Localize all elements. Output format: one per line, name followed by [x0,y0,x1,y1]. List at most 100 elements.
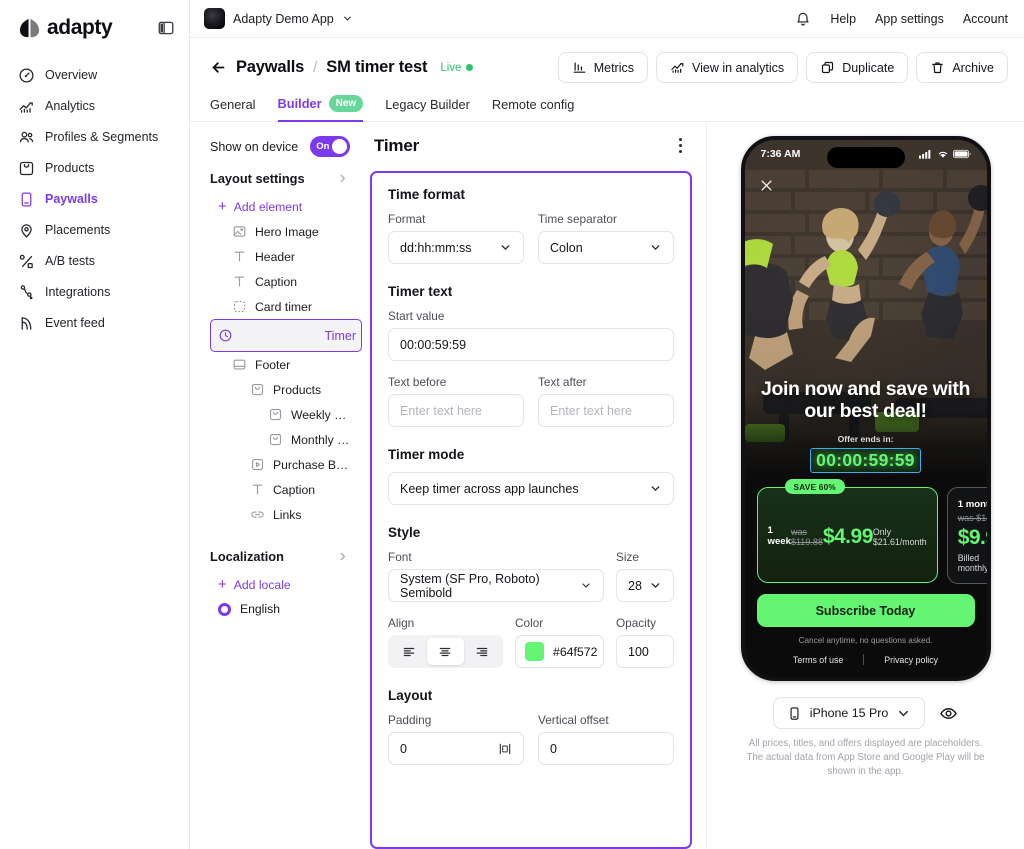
opacity-value: 100 [628,644,649,659]
opacity-label: Opacity [616,616,656,630]
sidebar-item-ab-tests[interactable]: A/B tests [0,246,189,277]
sidebar-item-profiles-segments[interactable]: Profiles & Segments [0,122,189,153]
subscribe-button[interactable]: Subscribe Today [756,594,975,627]
sidebar-item-event-feed[interactable]: Event feed [0,308,189,339]
text-before-placeholder: Enter text here [400,403,482,418]
vertical-offset-label: Vertical offset [538,713,609,727]
format-select[interactable]: dd:hh:mm:ss [388,231,524,264]
group-title-timer-text: Timer text [388,284,453,299]
sidebar-item-analytics[interactable]: Analytics [0,91,189,122]
sidebar-item-label: Products [45,161,95,176]
sidebar-item-integrations[interactable]: Integrations [0,277,189,308]
tree-item-footer[interactable]: Footer [210,352,360,377]
tree-item-label: Hero Image [255,224,319,239]
tab-label: Remote config [491,97,575,112]
align-center-button[interactable] [427,638,464,665]
tree-item-monthly-premium[interactable]: Monthly Premi… [210,427,360,452]
tab-label: Legacy Builder [385,97,470,112]
topbar-link-help[interactable]: Help [830,12,856,26]
sidebar-item-placements[interactable]: Placements [0,215,189,246]
timer-selection-box[interactable]: 00:00:59:59 [810,448,921,473]
plan-card-monthly[interactable]: 1 month was $14.99 $9.99 Billed monthly [946,487,989,584]
sidebar-item-label: A/B tests [45,254,96,269]
opacity-input[interactable]: 100 [616,635,674,668]
align-label: Align [388,616,415,630]
tab-label: Builder [277,96,322,111]
size-select[interactable]: 28 [616,569,674,602]
sidebar-item-products[interactable]: Products [0,153,189,184]
brand[interactable]: adapty [18,16,113,40]
font-select[interactable]: System (SF Pro, Roboto) Semibold [388,569,604,602]
tab-legacy-builder[interactable]: Legacy Builder [385,97,470,122]
group-title-style: Style [388,525,421,540]
tree-item-caption-top[interactable]: Caption [210,269,360,294]
sidebar-item-paywalls[interactable]: Paywalls [0,184,189,215]
align-center-icon [440,647,451,656]
align-left-button[interactable] [391,638,427,665]
plus-icon: + [218,576,227,593]
view-in-analytics-button[interactable]: View in analytics [656,52,799,83]
privacy-policy-link[interactable]: Privacy policy [884,655,938,665]
eye-icon[interactable] [939,704,958,723]
tree-item-hero-image[interactable]: Hero Image [210,219,360,244]
duplicate-button[interactable]: Duplicate [806,52,909,83]
show-on-device-toggle[interactable]: On [310,136,351,157]
align-right-button[interactable] [464,638,500,665]
padding-input[interactable]: 0 [388,732,524,765]
tab-builder[interactable]: Builder New [277,95,364,122]
timer-mode-select[interactable]: Keep timer across app launches [388,472,674,505]
tab-general[interactable]: General [210,97,256,122]
arrow-left-icon[interactable] [210,59,227,76]
add-element-button[interactable]: + Add element [210,194,362,219]
terms-of-use-link[interactable]: Terms of use [793,655,843,665]
align-field: Align [388,616,503,668]
device-selector[interactable]: iPhone 15 Pro [772,697,926,729]
font-value: System (SF Pro, Roboto) Semibold [400,571,540,600]
start-value-input[interactable]: 00:00:59:59 [388,328,674,361]
plan-note: Billed monthly [957,553,989,573]
tree-item-links[interactable]: Links [210,502,360,527]
breadcrumb-root[interactable]: Paywalls [236,58,304,77]
topbar-link-account[interactable]: Account [963,12,1008,26]
vertical-offset-input[interactable]: 0 [538,732,674,765]
tree-item-caption-footer[interactable]: Caption [210,477,360,502]
tab-bar: General Builder New Legacy Builder Remot… [190,91,1024,122]
add-locale-button[interactable]: + Add locale [210,572,362,597]
padding-sides-icon[interactable] [498,742,512,756]
tree-item-timer[interactable]: Timer [210,319,362,352]
topbar-link-app-settings[interactable]: App settings [875,12,944,26]
link-divider [863,654,865,665]
layout-settings-row[interactable]: Layout settings [210,171,362,186]
text-before-input[interactable]: Enter text here [388,394,524,427]
close-icon[interactable] [759,178,774,193]
bar-chart-icon [573,62,586,73]
color-label: Color [515,616,544,630]
text-after-input[interactable]: Enter text here [538,394,674,427]
panel-collapse-icon[interactable] [157,19,175,37]
localization-row[interactable]: Localization [210,549,362,564]
link-icon [250,507,265,522]
sidebar-item-overview[interactable]: Overview [0,60,189,91]
tree-item-label: Weekly Premium [291,407,354,422]
sidebar-item-label: Placements [45,223,111,238]
tree-item-purchase-button[interactable]: Purchase Button [210,452,360,477]
metrics-button[interactable]: Metrics [557,52,648,83]
tree-item-products[interactable]: Products [210,377,360,402]
timer-settings-panel: Time format Format dd:hh:mm:ss Time sepa… [370,171,692,849]
legal-links: Terms of use Privacy policy [757,654,975,665]
sidebar-item-label: Analytics [45,99,96,114]
time-separator-select[interactable]: Colon [538,231,674,264]
tree-item-header[interactable]: Header [210,244,360,269]
size-field: Size 28 [616,550,674,602]
tab-remote-config[interactable]: Remote config [492,97,575,122]
color-picker[interactable]: #64f572 [515,635,604,668]
tab-label: General [210,97,256,112]
bell-icon[interactable] [795,11,811,27]
archive-button[interactable]: Archive [916,52,1008,83]
tree-item-weekly-premium[interactable]: Weekly Premium [210,402,360,427]
plan-card-weekly[interactable]: 1 week was $119.88 $4.99 Only $21.61/mon… [756,487,938,583]
locale-option-english[interactable]: English [210,597,362,616]
app-switcher[interactable]: Adapty Demo App [204,8,353,29]
more-vertical-icon[interactable] [675,134,686,157]
tree-item-card-timer[interactable]: Card timer [210,294,360,319]
